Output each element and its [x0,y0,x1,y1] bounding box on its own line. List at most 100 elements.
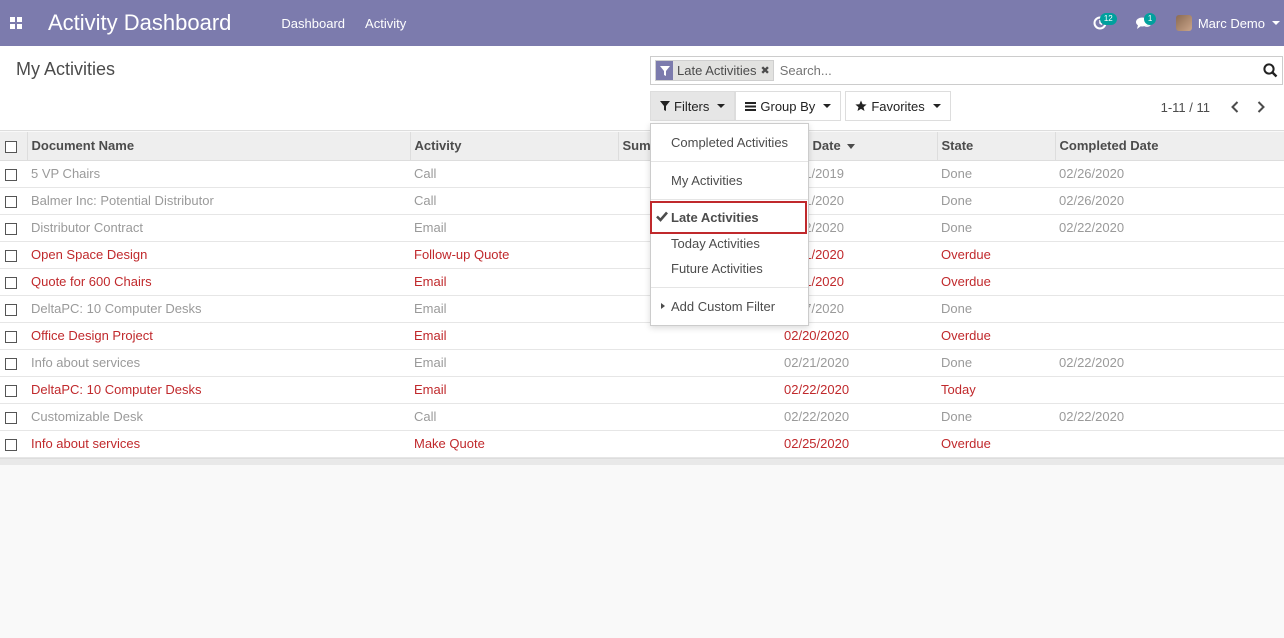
row-checkbox-cell[interactable] [0,348,27,376]
cell-state: Done [937,159,1055,187]
caret-down-icon [932,104,941,108]
filter-today-activities[interactable]: Today Activities [671,236,760,251]
filter-late-activities-label: Late Activities [671,210,759,225]
dropdown-divider [651,287,808,288]
chevron-right-icon[interactable] [1248,98,1274,116]
column-completed-date[interactable]: Completed Date [1054,132,1284,161]
search-input[interactable] [777,62,1258,79]
row-checkbox-cell[interactable] [0,402,27,430]
table-row[interactable]: Quote for 600 Chairs Email 1/2020 Overdue [0,267,1284,295]
row-checkbox[interactable] [5,303,17,316]
cell-summary [618,321,780,349]
cell-document-name: Open Space Design [27,240,410,268]
table-row[interactable]: Office Design Project Email 02/20/2020 Over… [0,321,1284,349]
table-row[interactable]: Balmer Inc: Potential Distributor Call 1/2… [0,186,1284,214]
group-by-button[interactable]: Group By [735,91,842,121]
group-by-label: Group By [760,98,816,114]
filter-icon [656,61,673,80]
avatar [1175,15,1192,31]
menu-activity[interactable]: Activity [355,16,416,31]
caret-right-icon [661,303,665,309]
cell-state: Done [937,348,1055,376]
cell-document-name: Customizable Desk [27,402,410,430]
sort-desc-icon [846,144,855,150]
cell-document-name: DeltaPC: 10 Computer Desks [27,294,410,322]
row-checkbox-cell[interactable] [0,186,27,214]
row-checkbox-cell[interactable] [0,294,27,322]
cell-completed-date: 02/22/2020 [1055,402,1284,430]
cell-completed-date: 02/22/2020 [1055,348,1284,376]
cell-completed-date: 02/26/2020 [1055,159,1284,187]
column-document-name[interactable]: Document Name [26,132,410,161]
column-activity[interactable]: Activity [409,132,618,161]
cell-activity: Call [410,402,618,430]
row-checkbox[interactable] [5,411,17,424]
row-checkbox[interactable] [5,384,17,397]
row-checkbox-cell[interactable] [0,267,27,295]
cell-document-name: 5 VP Chairs [27,159,410,187]
cell-document-name: Quote for 600 Chairs [27,267,410,295]
row-checkbox-cell[interactable] [0,213,27,241]
filter-my-activities[interactable]: My Activities [671,173,743,188]
table-row[interactable]: Open Space Design Follow-up Quote 1/2020 Ov… [0,240,1284,268]
cell-state: Overdue [937,321,1055,349]
column-date-label: Date [812,138,841,154]
table-row[interactable]: DeltaPC: 10 Computer Desks Email 7/2020 Don… [0,294,1284,322]
apps-menu-button[interactable] [0,0,32,46]
user-menu[interactable]: Marc Demo [1175,15,1280,31]
cell-completed-date [1055,267,1284,295]
menu-dashboard[interactable]: Dashboard [271,16,355,31]
cell-date: 02/22/2020 [780,402,937,430]
row-checkbox-cell[interactable] [0,375,27,403]
cell-activity: Email [410,348,618,376]
filters-button[interactable]: Filters [650,91,736,121]
chevron-left-icon[interactable] [1222,98,1248,116]
messaging-systray-button[interactable]: 1 [1122,0,1166,46]
cell-state: Done [937,294,1055,322]
cell-completed-date: 02/26/2020 [1055,186,1284,214]
cell-activity: Make Quote [410,429,618,457]
favorites-button[interactable]: Favorites [845,91,951,121]
table-row[interactable]: Info about services Email 02/21/2020 Done 02… [0,348,1284,376]
filter-future-activities[interactable]: Future Activities [671,261,763,276]
activity-systray-button[interactable]: 12 [1078,0,1122,46]
row-checkbox[interactable] [5,357,17,370]
search-bar: Late Activities ✖ [650,56,1283,85]
row-checkbox[interactable] [5,249,17,262]
table-row[interactable]: Distributor Contract Email 2/2020 Done 02/22… [0,213,1284,241]
filter-late-activities[interactable]: Late Activities [650,201,807,234]
row-checkbox[interactable] [5,222,17,235]
cell-completed-date [1055,429,1284,457]
filters-label: Filters [674,98,710,114]
row-checkbox[interactable] [5,276,17,289]
column-state[interactable]: State [936,132,1055,161]
table-row[interactable]: Info about services Make Quote 02/25/2020 O… [0,429,1284,457]
row-checkbox-cell[interactable] [0,240,27,268]
table-row[interactable]: DeltaPC: 10 Computer Desks Email 02/22/202… [0,375,1284,403]
close-icon[interactable]: ✖ [761,64,773,77]
filter-completed-activities[interactable]: Completed Activities [671,135,788,150]
row-checkbox-cell[interactable] [0,159,27,187]
row-checkbox-cell[interactable] [0,429,27,457]
cell-summary [618,375,780,403]
select-all-checkbox[interactable] [5,140,17,153]
cell-document-name: Info about services [27,348,410,376]
add-custom-filter[interactable]: Add Custom Filter [671,299,775,314]
messages-count-badge: 1 [1143,13,1157,25]
search-facet: Late Activities ✖ [655,60,774,81]
cell-state: Done [937,186,1055,214]
cell-activity: Call [410,159,618,187]
row-checkbox[interactable] [5,438,17,451]
pager-value[interactable]: 1-11 / 11 [1161,100,1210,115]
search-icon[interactable] [1258,63,1282,78]
row-checkbox[interactable] [5,195,17,208]
bars-icon [745,101,757,111]
table-row[interactable]: 5 VP Chairs Call 1/2019 Done 02/26/2020 [0,159,1284,187]
page-title: My Activities [16,59,116,79]
row-checkbox[interactable] [5,330,17,343]
table-row[interactable]: Customizable Desk Call 02/22/2020 Done 02/22… [0,402,1284,430]
row-checkbox-cell[interactable] [0,321,27,349]
cell-activity: Email [410,213,618,241]
select-all-checkbox-cell[interactable] [0,132,27,161]
row-checkbox[interactable] [5,168,17,181]
